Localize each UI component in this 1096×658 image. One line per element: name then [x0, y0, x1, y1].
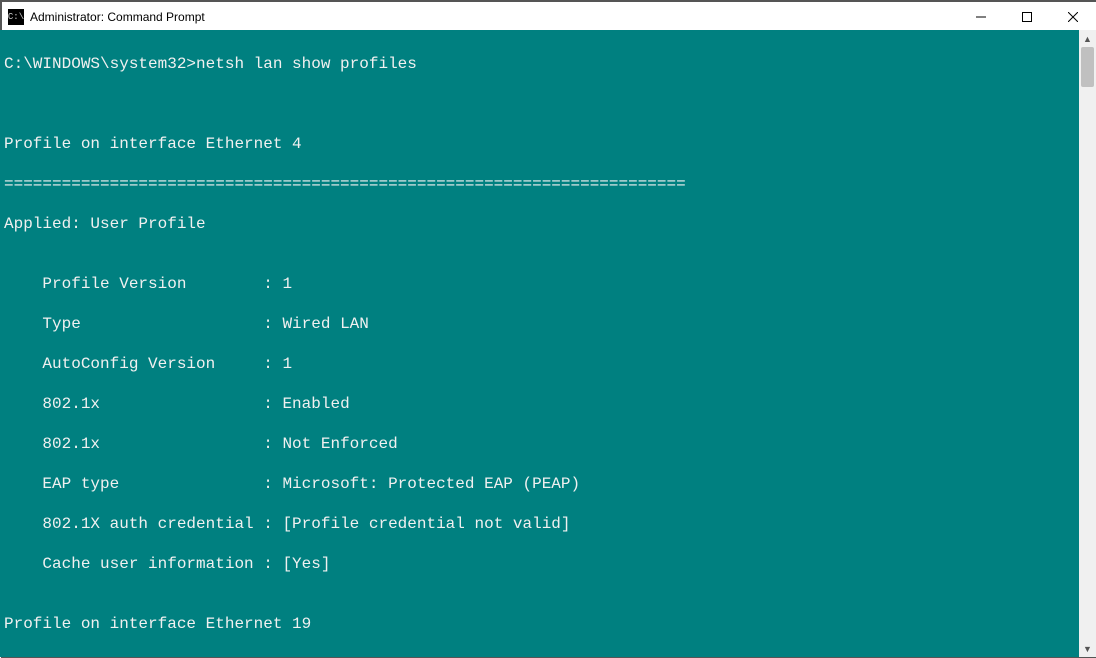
- profile-row: 802.1X auth credential : [Profile creden…: [4, 514, 1096, 534]
- scroll-up-arrow-icon[interactable]: ▲: [1079, 30, 1096, 47]
- maximize-button[interactable]: [1004, 2, 1050, 32]
- title-bar[interactable]: C:\ Administrator: Command Prompt: [2, 2, 1096, 33]
- close-button[interactable]: [1050, 2, 1096, 32]
- profile-row: 802.1x : Not Enforced: [4, 434, 1096, 454]
- app-icon: C:\: [8, 9, 24, 25]
- minimize-button[interactable]: [958, 2, 1004, 32]
- scrollbar-thumb[interactable]: [1081, 47, 1094, 87]
- profile-row: Profile Version : 1: [4, 274, 1096, 294]
- profile-row: Cache user information : [Yes]: [4, 554, 1096, 574]
- scroll-down-arrow-icon[interactable]: ▼: [1079, 640, 1096, 657]
- prompt: C:\WINDOWS\system32>: [4, 55, 196, 73]
- profile-header: Profile on interface Ethernet 19: [4, 614, 1096, 634]
- profile-row: 802.1x : Enabled: [4, 394, 1096, 414]
- window-title: Administrator: Command Prompt: [30, 10, 205, 24]
- command-text: netsh lan show profiles: [196, 55, 417, 73]
- profile-row: AutoConfig Version : 1: [4, 354, 1096, 374]
- window-controls: [958, 2, 1096, 32]
- profile-row: Type : Wired LAN: [4, 314, 1096, 334]
- profile-row: EAP type : Microsoft: Protected EAP (PEA…: [4, 474, 1096, 494]
- terminal-output[interactable]: C:\WINDOWS\system32>netsh lan show profi…: [0, 30, 1096, 657]
- vertical-scrollbar[interactable]: ▲ ▼: [1079, 30, 1096, 657]
- separator-line: ========================================…: [4, 174, 1096, 194]
- applied-line: Applied: User Profile: [4, 214, 1096, 234]
- profile-header: Profile on interface Ethernet 4: [4, 134, 1096, 154]
